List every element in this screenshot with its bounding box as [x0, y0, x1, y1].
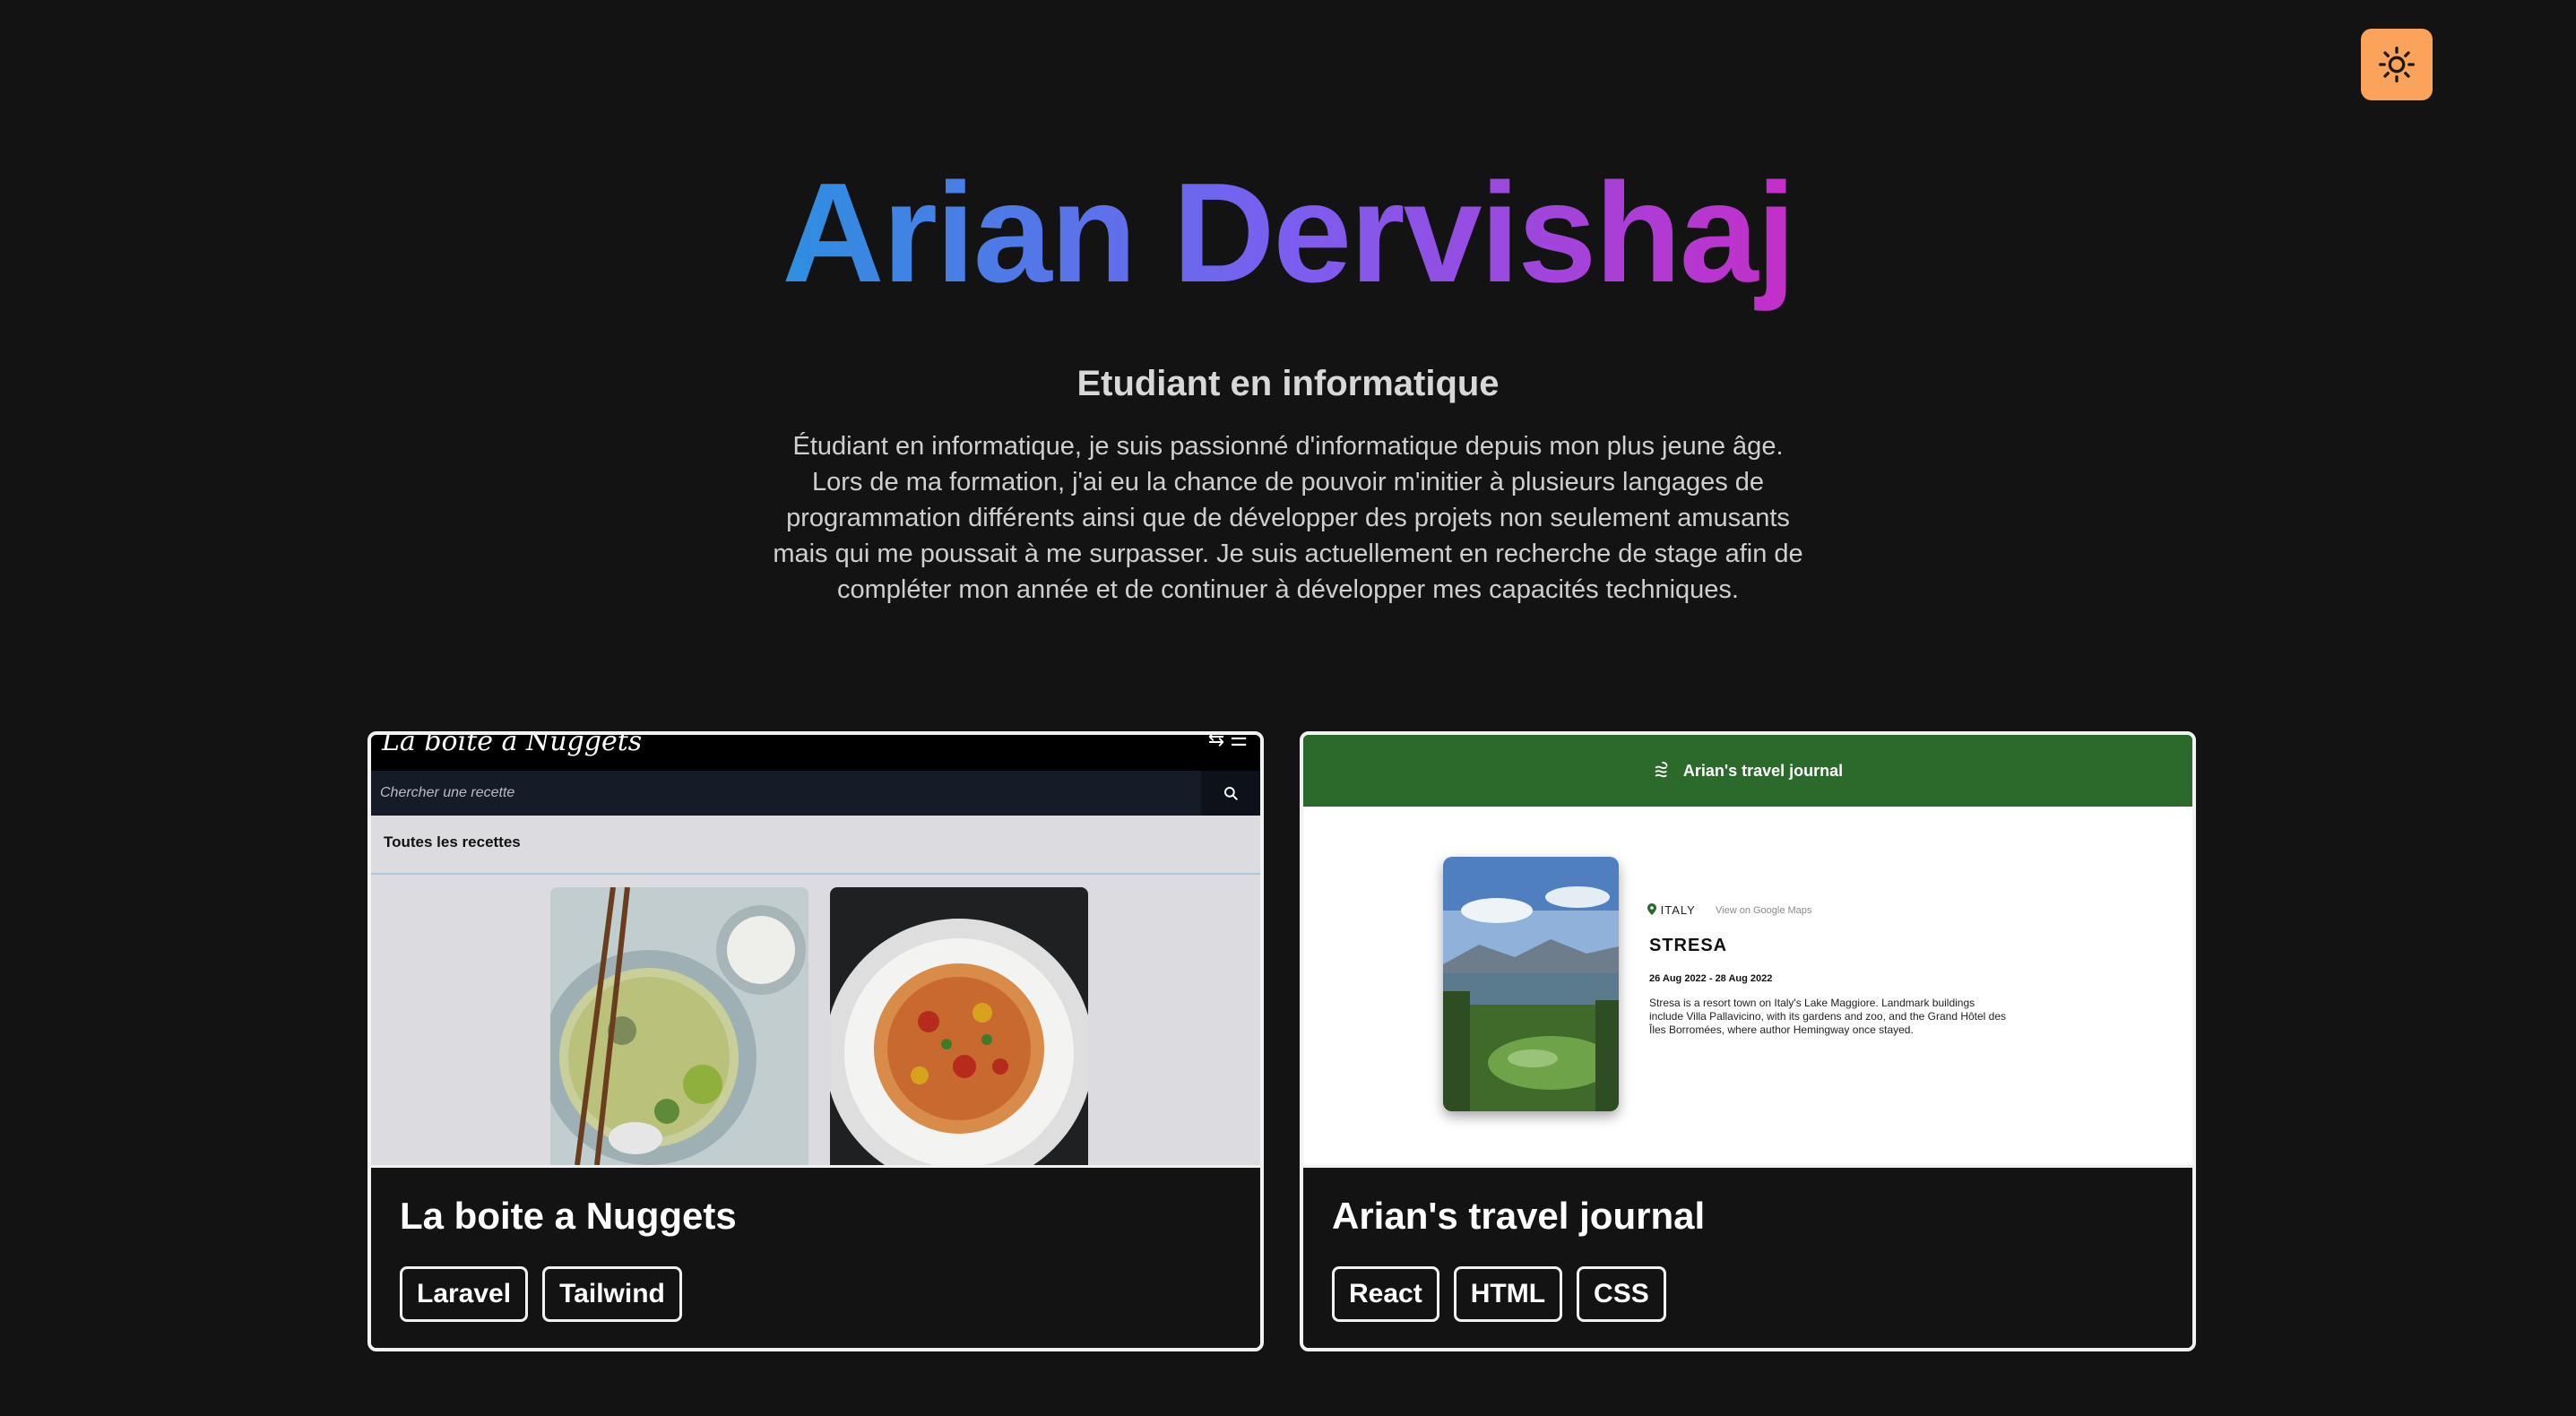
destination-photo [1443, 857, 1619, 1111]
destination-country: ITALY [1647, 903, 1696, 917]
hero-subtitle: Etudiant en informatique [1076, 364, 1500, 403]
project-preview-nuggets: La boite a Nuggets ⇆ ☰ Chercher une rece… [371, 735, 1260, 1165]
project-tags: React HTML CSS [1332, 1266, 1666, 1322]
hero-bio: Étudiant en informatique, je suis passio… [773, 432, 1803, 604]
project-info-nuggets: La boite a Nuggets Laravel Tailwind [371, 1165, 1260, 1348]
preview-search-input: Chercher une recette [380, 785, 515, 800]
tag-css: CSS [1577, 1266, 1666, 1322]
project-title: La boite a Nuggets [400, 1195, 737, 1237]
sun-icon [2379, 47, 2415, 82]
destination-dates: 26 Aug 2022 - 28 Aug 2022 [1649, 973, 1773, 984]
destination-city: STRESA [1649, 936, 1728, 955]
project-tags: Laravel Tailwind [400, 1266, 682, 1322]
preview-heading: Toutes les recettes [384, 833, 521, 850]
preview-header-title: Arian's travel journal [1682, 761, 1844, 780]
search-icon [1224, 787, 1238, 800]
portfolio-page: Arian Dervishaj Etudiant en informatique… [0, 0, 2576, 1416]
recipe-image-soup [550, 887, 808, 1165]
preview-menu-icon: ⇆ ☰ [1207, 735, 1248, 750]
google-maps-link: View on Google Maps [1716, 905, 1812, 916]
preview-topbar: La boite a Nuggets ⇆ ☰ [371, 735, 1260, 771]
preview-content: Toutes les recettes [371, 816, 1260, 1165]
theme-toggle-button[interactable] [2361, 29, 2433, 100]
location-pin-icon [1647, 903, 1656, 915]
hero-name: Arian Dervishaj [0, 143, 2576, 323]
destination-country-text: ITALY [1660, 903, 1696, 917]
recipe-image-pasta [830, 887, 1088, 1165]
tag-html: HTML [1453, 1266, 1563, 1322]
tag-react: React [1332, 1266, 1439, 1322]
preview-search-button [1201, 771, 1260, 816]
project-info-travel-journal: Arian's travel journal React HTML CSS [1303, 1165, 2192, 1348]
preview-header: Arian's travel journal [1303, 735, 2192, 807]
project-card-travel-journal[interactable]: Arian's travel journal ITALY View on Goo… [1300, 731, 2196, 1351]
tag-laravel: Laravel [400, 1266, 529, 1322]
destination-description: Stresa is a resort town on Italy's Lake … [1649, 997, 2007, 1036]
preview-divider [371, 873, 1260, 875]
tag-tailwind: Tailwind [542, 1266, 682, 1322]
preview-search-bar: Chercher une recette [371, 771, 1260, 816]
project-title: Arian's travel journal [1332, 1195, 1706, 1237]
hero-name-text: Arian Dervishaj [782, 154, 1795, 312]
project-card-nuggets[interactable]: La boite a Nuggets ⇆ ☰ Chercher une rece… [367, 731, 1264, 1351]
preview-content: ITALY View on Google Maps STRESA 26 Aug … [1303, 807, 2192, 1165]
preview-logo: La boite a Nuggets [382, 735, 643, 757]
project-preview-travel-journal: Arian's travel journal ITALY View on Goo… [1303, 735, 2192, 1165]
globe-icon [1655, 761, 1668, 778]
